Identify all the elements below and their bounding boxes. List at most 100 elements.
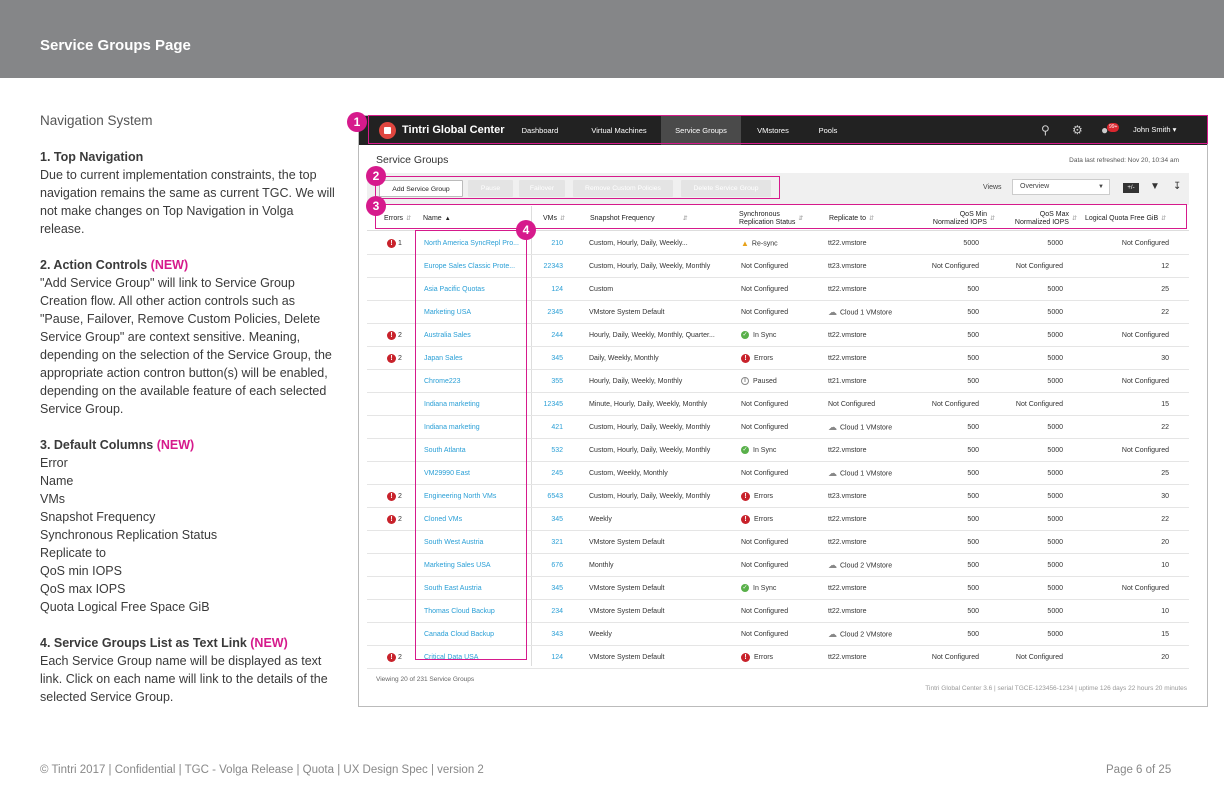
- vm-count-link[interactable]: 6543: [533, 485, 563, 508]
- column-toggle-icon[interactable]: +/-: [1123, 183, 1139, 193]
- spec-heading-3: 3. Default Columns (NEW): [40, 438, 195, 452]
- filter-icon[interactable]: ▼: [1150, 181, 1160, 192]
- error-count-cell: ! 2: [387, 347, 417, 370]
- vm-count-link[interactable]: 2345: [533, 301, 563, 324]
- sync-status-cell: Not Configured: [741, 393, 826, 416]
- spec-heading-4: 4. Service Groups List as Text Link (NEW…: [40, 636, 288, 650]
- replicate-to-text: tt22.vmstore: [828, 332, 867, 339]
- sync-status-cell: ▲ Re-sync: [741, 232, 826, 255]
- sync-status-text: Not Configured: [741, 309, 789, 316]
- qos-max-value: 5000: [1047, 562, 1063, 569]
- sync-status-text: Not Configured: [741, 286, 789, 293]
- default-column-item: Quota Logical Free Space GiB: [40, 600, 210, 614]
- sync-status-cell: ✓ In Sync: [741, 577, 826, 600]
- error-count-cell: [387, 531, 417, 554]
- replicate-to-cell: ☁ Cloud 2 VMstore: [828, 623, 913, 646]
- vm-count-link[interactable]: 245: [533, 462, 563, 485]
- refresh-timestamp: Data last refreshed: Nov 20, 10:34 am: [1069, 157, 1179, 164]
- vm-count-link[interactable]: 321: [533, 531, 563, 554]
- error-count-cell: ! 2: [387, 485, 417, 508]
- qos-min-value: 500: [967, 378, 979, 385]
- snapshot-frequency: Weekly: [589, 631, 612, 638]
- replicate-to-cell: tt23.vmstore: [828, 485, 913, 508]
- sync-status-text: Paused: [753, 378, 777, 385]
- download-icon[interactable]: ↧: [1173, 181, 1181, 192]
- sync-status-cell: ✓ In Sync: [741, 439, 826, 462]
- sync-status-cell: ! Errors: [741, 646, 826, 669]
- vm-count-link[interactable]: 345: [533, 508, 563, 531]
- vm-count-link[interactable]: 421: [533, 416, 563, 439]
- highlight-default-columns: [375, 204, 1187, 229]
- vm-count-link[interactable]: 532: [533, 439, 563, 462]
- replicate-to-cell: tt22.vmstore: [828, 278, 913, 301]
- sync-status-text: Not Configured: [741, 631, 789, 638]
- qos-min-value: Not Configured: [931, 401, 979, 408]
- quota-value: 25: [1161, 286, 1169, 293]
- snapshot-frequency: Daily, Weekly, Monthly: [589, 355, 659, 362]
- qos-max-value: 5000: [1047, 309, 1063, 316]
- vm-count-link[interactable]: 345: [533, 347, 563, 370]
- error-icon: !: [741, 491, 750, 501]
- highlight-top-nav: [368, 115, 1208, 144]
- vm-count-link[interactable]: 345: [533, 577, 563, 600]
- footer-copyright: © Tintri 2017 | Confidential | TGC - Vol…: [40, 764, 484, 776]
- views-dropdown[interactable]: Overview ▼: [1012, 179, 1110, 195]
- replicate-to-cell: tt22.vmstore: [828, 324, 913, 347]
- sync-status-text: Errors: [754, 355, 774, 362]
- qos-max-value: 5000: [1047, 286, 1063, 293]
- quota-value: 15: [1161, 631, 1169, 638]
- replicate-to-text: Cloud 1 VMstore: [840, 309, 893, 317]
- error-count-cell: [387, 577, 417, 600]
- default-column-item: Snapshot Frequency: [40, 510, 156, 524]
- vm-count-link[interactable]: 355: [533, 370, 563, 393]
- sync-status-cell: ! Errors: [741, 347, 826, 370]
- replicate-to-text: tt22.vmstore: [828, 539, 867, 546]
- qos-max-value: Not Configured: [1015, 401, 1063, 408]
- quota-value: 20: [1161, 654, 1169, 661]
- sync-status-cell: Not Configured: [741, 600, 826, 623]
- spec-body-4: Each Service Group name will be displaye…: [40, 654, 328, 704]
- snapshot-frequency: Custom, Hourly, Daily, Weekly, Monthly: [589, 447, 711, 454]
- vm-count-link[interactable]: 234: [533, 600, 563, 623]
- replicate-to-text: Cloud 1 VMstore: [840, 470, 893, 478]
- views-label: Views: [983, 184, 1002, 191]
- sync-status-text: Not Configured: [741, 562, 789, 569]
- error-icon: !: [741, 514, 750, 524]
- snapshot-frequency: Monthly: [589, 562, 614, 569]
- cloud-icon: ☁: [828, 468, 837, 478]
- qos-min-value: 500: [967, 355, 979, 362]
- qos-max-value: Not Configured: [1015, 654, 1063, 661]
- replicate-to-text: tt21.vmstore: [828, 378, 867, 385]
- error-icon: !: [741, 353, 750, 363]
- vm-count-link[interactable]: 343: [533, 623, 563, 646]
- error-icon: !: [387, 491, 396, 501]
- replicate-to-text: tt22.vmstore: [828, 240, 867, 247]
- qos-max-value: 5000: [1047, 447, 1063, 454]
- vm-count-link[interactable]: 210: [533, 232, 563, 255]
- sync-status-text: Not Configured: [741, 263, 789, 270]
- vm-count-link[interactable]: 124: [533, 646, 563, 669]
- vm-count-link[interactable]: 12345: [533, 393, 563, 416]
- sync-status-cell: ! Errors: [741, 485, 826, 508]
- replicate-to-cell: tt22.vmstore: [828, 646, 913, 669]
- vm-count-link[interactable]: 22343: [533, 255, 563, 278]
- vm-count-link[interactable]: 676: [533, 554, 563, 577]
- snapshot-frequency: Custom, Weekly, Monthly: [589, 470, 668, 477]
- vm-count-link[interactable]: 124: [533, 278, 563, 301]
- snapshot-frequency: VMstore System Default: [589, 539, 665, 546]
- qos-min-value: Not Configured: [931, 263, 979, 270]
- snapshot-frequency: VMstore System Default: [589, 654, 665, 661]
- chevron-down-icon: ▼: [1098, 184, 1104, 190]
- qos-min-value: 500: [967, 424, 979, 431]
- replicate-to-cell: tt22.vmstore: [828, 439, 913, 462]
- vm-count-link[interactable]: 244: [533, 324, 563, 347]
- error-icon: !: [387, 238, 396, 248]
- quota-value: 22: [1161, 516, 1169, 523]
- snapshot-frequency: Hourly, Daily, Weekly, Monthly: [589, 378, 683, 385]
- default-column-item: VMs: [40, 492, 65, 506]
- error-icon: !: [741, 652, 750, 662]
- qos-min-value: 500: [967, 631, 979, 638]
- replicate-to-text: tt22.vmstore: [828, 286, 867, 293]
- qos-max-value: 5000: [1047, 240, 1063, 247]
- sync-status-text: In Sync: [753, 332, 777, 339]
